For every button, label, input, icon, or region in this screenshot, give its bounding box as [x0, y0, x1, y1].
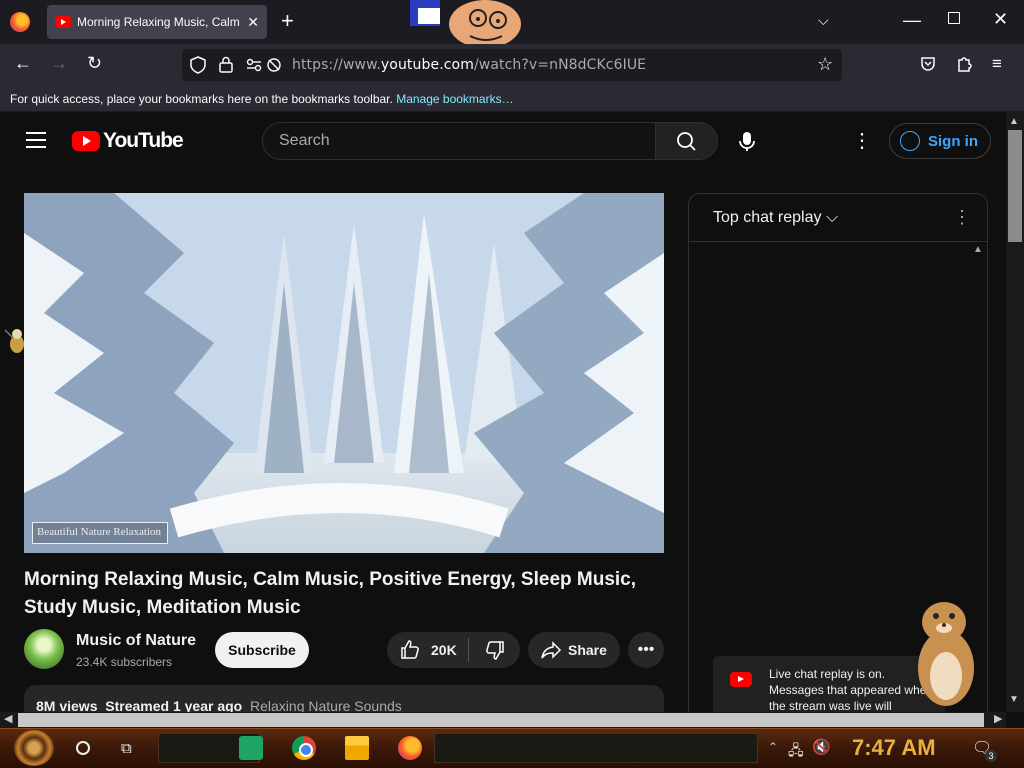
tab-title: Morning Relaxing Music, Calm — [77, 15, 240, 29]
back-arrow-icon[interactable]: ← — [14, 53, 32, 74]
extensions-puzzle-icon[interactable] — [956, 55, 972, 73]
like-divider — [468, 638, 469, 662]
firefox-app-icon[interactable] — [398, 736, 422, 760]
hamster-decoration — [918, 602, 974, 706]
subscribe-button[interactable]: Subscribe — [215, 632, 309, 668]
account-icon — [900, 131, 920, 151]
tab-close-icon[interactable]: ✕ — [247, 14, 259, 31]
chat-kebab-icon[interactable]: ⋮ — [953, 207, 971, 228]
vertical-scroll-thumb[interactable] — [1008, 130, 1022, 242]
video-watermark: Beautiful Nature Relaxation — [32, 522, 168, 544]
youtube-logo-icon[interactable] — [72, 131, 100, 151]
firefox-menu-icon[interactable] — [10, 12, 30, 32]
youtube-logo-icon — [730, 672, 752, 687]
reload-icon[interactable]: ↻ — [87, 53, 102, 74]
tracking-shield-icon[interactable] — [190, 56, 206, 74]
cortana-circle-icon[interactable] — [76, 741, 90, 755]
padlock-icon[interactable] — [219, 56, 233, 73]
window-restore-icon[interactable] — [948, 12, 960, 24]
manage-bookmarks-link[interactable]: Manage bookmarks… — [396, 92, 513, 106]
browser-tab-active[interactable]: Morning Relaxing Music, Calm ✕ — [47, 5, 267, 39]
like-count: 20K — [431, 642, 457, 658]
youtube-favicon-icon — [55, 16, 71, 28]
sign-in-label: Sign in — [928, 132, 978, 150]
pocket-icon[interactable] — [920, 56, 936, 72]
scroll-up-arrow-icon[interactable]: ▲ — [1009, 116, 1019, 127]
list-all-tabs-chevron-down-icon[interactable]: ⌵ — [818, 12, 829, 29]
window-close-icon[interactable]: ✕ — [993, 9, 1008, 30]
search-button[interactable] — [655, 122, 718, 160]
microphone-icon — [739, 132, 755, 151]
chevron-down-icon: ⌵ — [825, 209, 839, 226]
search-icon — [677, 132, 696, 151]
scroll-down-arrow-icon[interactable]: ▼ — [1009, 694, 1019, 705]
scroll-left-arrow-icon[interactable]: ◀ — [4, 712, 12, 725]
bee-cursor-decoration — [4, 329, 24, 353]
permissions-icon[interactable] — [246, 57, 282, 73]
task-view-icon[interactable]: ⧉ — [121, 740, 132, 757]
bookmarks-hint-text: For quick access, place your bookmarks h… — [10, 92, 393, 106]
share-label: Share — [568, 642, 607, 658]
window-minimize-icon[interactable]: — — [903, 10, 921, 31]
voice-search-button[interactable] — [728, 122, 766, 160]
dislike-button[interactable] — [470, 632, 520, 668]
forward-arrow-icon[interactable]: → — [50, 53, 68, 74]
more-horizontal-icon: ••• — [637, 641, 655, 658]
settings-kebab-icon[interactable]: ⋮ — [852, 128, 872, 153]
video-player[interactable] — [24, 193, 664, 553]
channel-avatar[interactable] — [24, 629, 64, 669]
start-button[interactable] — [14, 730, 54, 766]
taskbar-clock[interactable]: 7:47 AM — [852, 735, 936, 761]
horizontal-scroll-thumb[interactable] — [18, 713, 984, 727]
chat-mode-dropdown[interactable]: Top chat replay ⌵ — [713, 209, 838, 227]
video-title: Morning Relaxing Music, Calm Music, Posi… — [24, 569, 637, 618]
file-explorer-icon[interactable] — [345, 736, 369, 760]
bookmark-star-icon[interactable]: ☆ — [817, 54, 833, 75]
thumbs-down-icon — [486, 641, 504, 660]
tray-overflow-icon[interactable]: ⌃ — [768, 740, 778, 754]
scroll-right-arrow-icon[interactable]: ▶ — [994, 712, 1002, 725]
app-menu-hamburger-icon[interactable]: ≡ — [992, 54, 1002, 74]
sign-in-button[interactable]: Sign in — [889, 123, 991, 159]
chrome-app-icon[interactable] — [292, 736, 316, 760]
video-frame-snowy-forest — [24, 193, 664, 553]
chat-scroll-up-icon[interactable]: ▲ — [973, 244, 983, 255]
url-text[interactable]: https://www.youtube.com/watch?v=nN8dCKc6… — [292, 57, 646, 73]
new-tab-button[interactable]: + — [281, 10, 294, 32]
channel-name[interactable]: Music of Nature — [76, 632, 196, 650]
share-arrow-icon — [541, 641, 562, 659]
network-icon[interactable]: 🖧 — [788, 740, 804, 764]
cartoon-face-decoration — [410, 0, 521, 44]
guide-menu-icon[interactable] — [26, 132, 46, 148]
thumbs-up-icon — [401, 640, 419, 659]
volume-muted-icon[interactable]: 🔇 — [812, 738, 831, 756]
sheets-app-icon[interactable] — [239, 736, 263, 760]
share-button[interactable]: Share — [528, 632, 620, 668]
subscriber-count: 23.4K subscribers — [76, 655, 173, 669]
search-input[interactable]: Search — [262, 122, 655, 160]
bookmarks-toolbar: For quick access, place your bookmarks h… — [0, 86, 1024, 112]
notification-badge: 3 — [985, 750, 997, 762]
more-actions-button[interactable]: ••• — [628, 632, 664, 668]
taskbar-slot — [434, 733, 758, 763]
youtube-logo-text[interactable]: YouTube — [103, 129, 184, 153]
like-button[interactable]: 20K — [387, 632, 467, 668]
